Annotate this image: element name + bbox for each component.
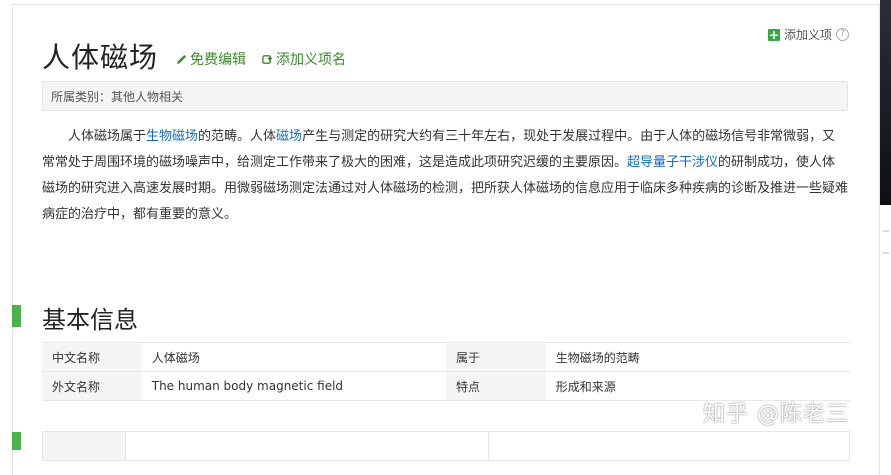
category-bar: 所属类别：其他人物相关: [42, 81, 848, 111]
table-cell: [126, 432, 489, 460]
link-magnetic-field[interactable]: 磁场: [276, 129, 302, 144]
info-key: 特点: [445, 371, 546, 401]
section-marker: [12, 432, 21, 450]
info-key: 中文名称: [42, 342, 142, 372]
free-edit-label: 免费编辑: [190, 52, 247, 68]
plus-icon: +: [767, 27, 780, 42]
free-edit-button[interactable]: 免费编辑: [176, 49, 246, 69]
right-sidebar-image: [880, 0, 891, 205]
add-name-button[interactable]: 添加义项名: [262, 49, 346, 69]
table-row: 中文名称 人体磁场 属于 生物磁场的范畴: [42, 342, 850, 372]
title-row: 人体磁场 免费编辑 添加义项名: [42, 36, 346, 76]
pencil-icon: [176, 54, 187, 64]
add-meaning-button[interactable]: + 添加义项 ?: [767, 26, 849, 43]
next-section-table: [42, 431, 850, 461]
scroll-indicator: [883, 230, 889, 232]
info-value: 生物磁场的范畴: [545, 342, 850, 372]
summary-paragraph: 人体磁场属于生物磁场的范畴。人体磁场产生与测定的研究大约有三十年左右，现处于发展…: [42, 124, 848, 228]
scroll-indicator: [883, 252, 889, 254]
link-squid[interactable]: 超导量子干涉仪: [627, 155, 718, 170]
watermark: 知乎 @陈老三: [703, 402, 849, 427]
page-title: 人体磁场: [42, 41, 159, 74]
basic-info-table: 中文名称 人体磁场 属于 生物磁场的范畴 外文名称 The human body…: [42, 342, 850, 401]
section-marker: [12, 305, 21, 327]
section-title: 基本信息: [42, 306, 138, 334]
add-name-icon: [262, 54, 273, 64]
info-value: The human body magnetic field: [141, 371, 446, 401]
add-meaning-label: 添加义项: [783, 28, 832, 42]
help-icon[interactable]: ?: [836, 28, 849, 41]
info-key: 属于: [445, 342, 546, 372]
summary-text: 人体磁场属于: [68, 129, 147, 144]
summary-text: 的范畴。人体: [198, 129, 277, 144]
link-biomagnetic-field[interactable]: 生物磁场: [146, 129, 198, 144]
add-name-label: 添加义项名: [276, 52, 347, 68]
info-key: 外文名称: [42, 371, 142, 401]
info-value: 人体磁场: [141, 342, 446, 372]
table-cell: [43, 432, 126, 460]
